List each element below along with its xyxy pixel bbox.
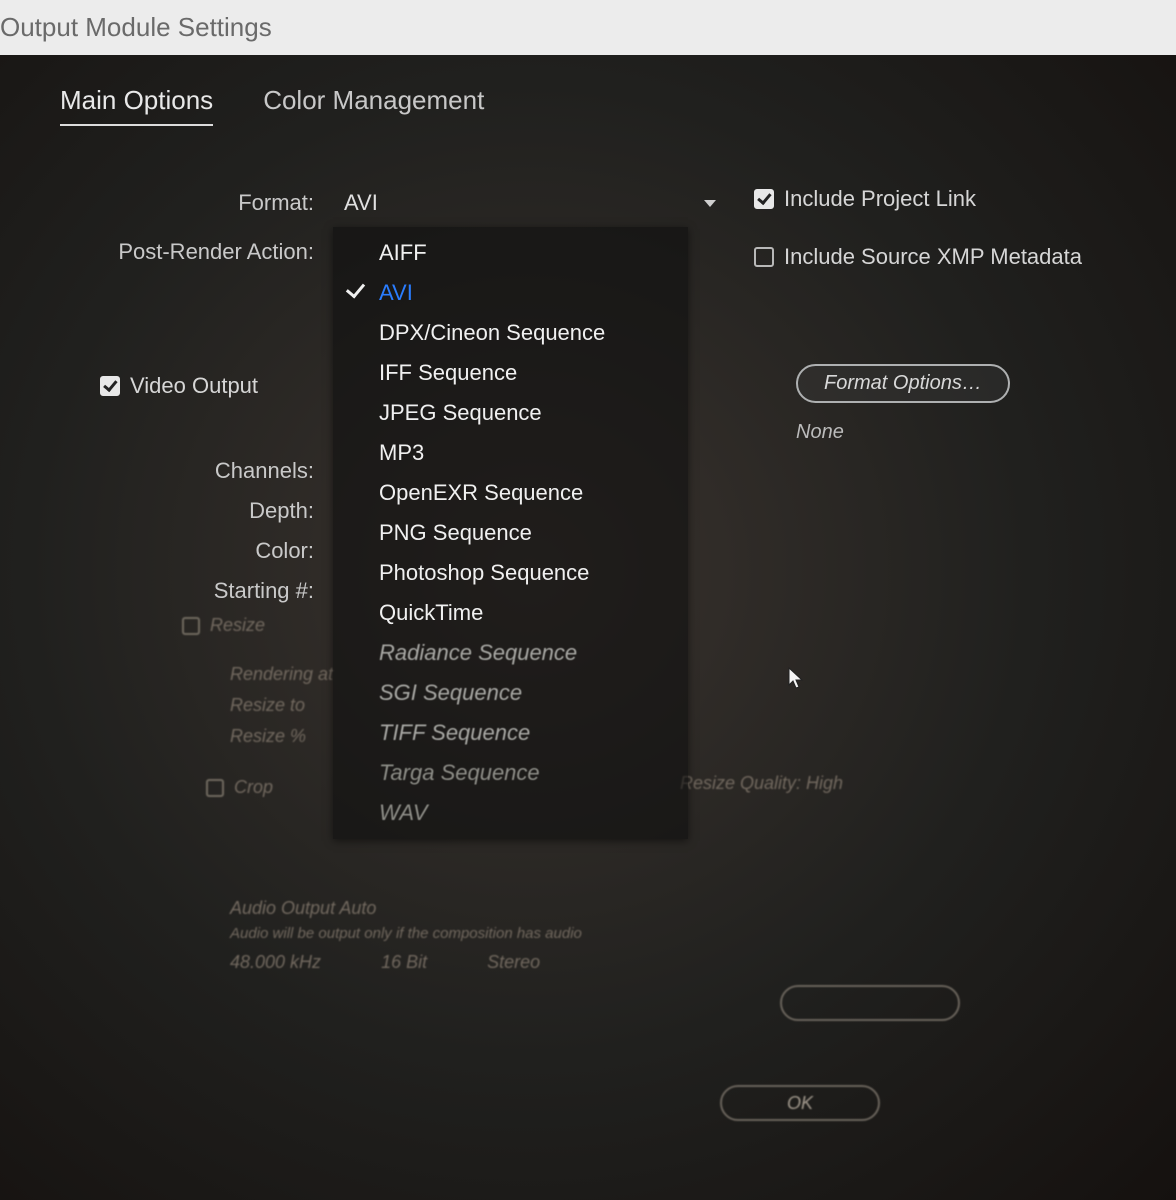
- ghost-button-1[interactable]: [780, 985, 960, 1021]
- format-select[interactable]: AVI: [330, 186, 730, 220]
- label-resize: Resize: [210, 615, 265, 636]
- chevron-down-icon: [704, 200, 716, 207]
- tab-main-options[interactable]: Main Options: [60, 85, 213, 126]
- ok-button[interactable]: OK: [720, 1085, 880, 1121]
- format-option-openexr[interactable]: OpenEXR Sequence: [333, 473, 688, 513]
- checkbox-icon: [182, 617, 200, 635]
- checkmark-icon: [100, 376, 120, 396]
- tab-color-management[interactable]: Color Management: [263, 85, 484, 126]
- format-option-photoshop[interactable]: Photoshop Sequence: [333, 553, 688, 593]
- checkbox-include-project-link[interactable]: Include Project Link: [754, 186, 1126, 212]
- format-option-sgi[interactable]: SGI Sequence: [333, 673, 688, 713]
- window-titlebar: Output Module Settings: [0, 0, 1176, 55]
- format-option-aiff[interactable]: AIFF: [333, 233, 688, 273]
- label-include-xmp: Include Source XMP Metadata: [784, 244, 1082, 270]
- format-option-radiance[interactable]: Radiance Sequence: [333, 633, 688, 673]
- format-select-value: AVI: [344, 190, 378, 216]
- format-option-avi[interactable]: AVI: [333, 273, 688, 313]
- format-option-tiff[interactable]: TIFF Sequence: [333, 713, 688, 753]
- audio-channels[interactable]: Stereo: [487, 952, 540, 973]
- format-options-button[interactable]: Format Options…: [796, 364, 1010, 403]
- format-option-iff[interactable]: IFF Sequence: [333, 353, 688, 393]
- label-audio-output: Audio Output Auto: [230, 898, 1110, 919]
- window-title: Output Module Settings: [0, 12, 272, 43]
- format-option-quicktime[interactable]: QuickTime: [333, 593, 688, 633]
- label-crop: Crop: [234, 777, 273, 798]
- checkbox-icon: [754, 247, 774, 267]
- label-color: Color:: [60, 538, 330, 564]
- tab-bar: Main Options Color Management: [60, 85, 1126, 126]
- label-starting: Starting #:: [60, 578, 330, 604]
- label-include-project-link: Include Project Link: [784, 186, 976, 212]
- codec-value-none: None: [796, 421, 844, 444]
- label-audio-hint: Audio will be output only if the composi…: [230, 925, 1110, 942]
- format-option-png[interactable]: PNG Sequence: [333, 513, 688, 553]
- format-option-jpeg[interactable]: JPEG Sequence: [333, 393, 688, 433]
- label-resize-quality: Resize Quality: High: [680, 773, 843, 794]
- audio-rate[interactable]: 48.000 kHz: [230, 952, 321, 973]
- label-depth: Depth:: [60, 498, 330, 524]
- checkbox-include-xmp[interactable]: Include Source XMP Metadata: [754, 244, 1126, 270]
- checkbox-video-output[interactable]: Video Output: [60, 328, 330, 444]
- mouse-cursor-icon: [788, 667, 806, 691]
- label-video-output: Video Output: [130, 373, 258, 399]
- label-format: Format:: [60, 190, 330, 216]
- checkbox-icon: [206, 779, 224, 797]
- checkmark-icon: [754, 189, 774, 209]
- format-dropdown[interactable]: AIFF AVI DPX/Cineon Sequence IFF Sequenc…: [333, 227, 688, 839]
- format-option-dpx[interactable]: DPX/Cineon Sequence: [333, 313, 688, 353]
- format-option-wav[interactable]: WAV: [333, 793, 688, 833]
- format-option-targa[interactable]: Targa Sequence: [333, 753, 688, 793]
- dialog-body: Main Options Color Management Format: AV…: [0, 55, 1176, 1200]
- label-channels: Channels:: [60, 458, 330, 484]
- label-post-render: Post-Render Action:: [60, 239, 330, 265]
- format-option-mp3[interactable]: MP3: [333, 433, 688, 473]
- audio-bit[interactable]: 16 Bit: [381, 952, 427, 973]
